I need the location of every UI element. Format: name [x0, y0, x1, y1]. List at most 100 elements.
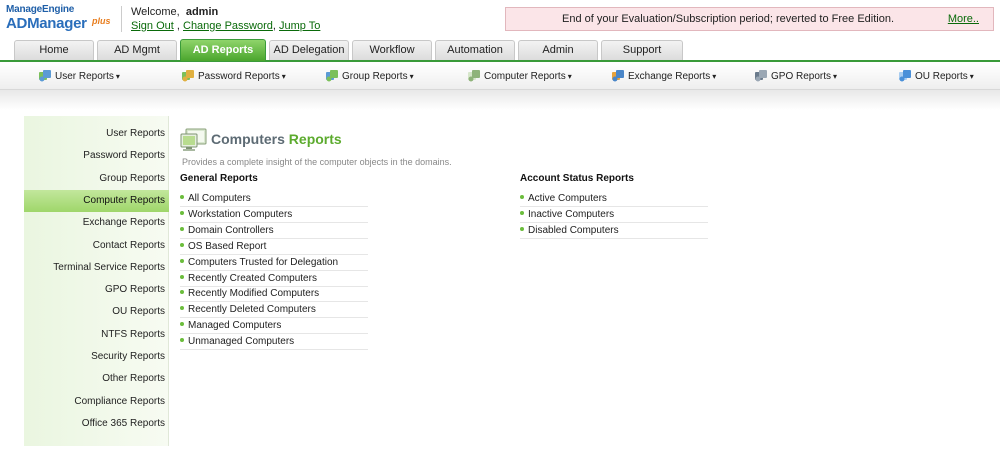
report-link-label: Recently Modified Computers	[188, 288, 320, 300]
tab-support[interactable]: Support	[601, 40, 683, 60]
tab-automation[interactable]: Automation	[435, 40, 515, 60]
exchange-icon	[611, 69, 625, 82]
change-password-link[interactable]: Change Password	[183, 20, 273, 32]
submenu-group-reports[interactable]: Group Reports ▾	[325, 69, 414, 85]
bullet-icon	[520, 226, 524, 231]
bullet-icon	[180, 274, 184, 279]
tab-workflow[interactable]: Workflow	[352, 40, 432, 60]
bullet-icon	[180, 242, 184, 247]
sidebar-item-exchange-reports[interactable]: Exchange Reports	[24, 212, 169, 234]
ou-icon	[898, 69, 912, 82]
computer-reports-icon	[180, 128, 208, 152]
notice-more-link[interactable]: More..	[948, 13, 979, 25]
sidebar-item-user-reports[interactable]: User Reports	[24, 123, 169, 145]
submenu-label: Group Reports	[342, 71, 408, 82]
report-link-label: Unmanaged Computers	[188, 336, 295, 348]
main-tabbar: Home AD Mgmt AD Reports AD Delegation Workfl…	[0, 39, 1000, 62]
group-icon	[325, 69, 339, 82]
bullet-icon	[180, 306, 184, 311]
report-link-label: Computers Trusted for Delegation	[188, 256, 339, 268]
submenu-password-reports[interactable]: Password Reports ▾	[181, 69, 286, 85]
tab-ad-delegation[interactable]: AD Delegation	[269, 40, 349, 60]
submenu-label: User Reports	[55, 71, 114, 82]
bullet-icon	[520, 210, 524, 215]
caret-down-icon: ▾	[409, 72, 414, 81]
sidebar-item-gpo-reports[interactable]: GPO Reports	[24, 279, 169, 301]
tab-home[interactable]: Home	[14, 40, 94, 60]
link-separator: ,	[272, 20, 276, 32]
report-link-label: Disabled Computers	[528, 224, 619, 236]
page-subtitle: Provides a complete insight of the compu…	[182, 157, 452, 167]
username: admin	[185, 6, 219, 18]
report-link[interactable]: Managed Computers	[180, 318, 368, 335]
report-link[interactable]: Recently Deleted Computers	[180, 302, 368, 319]
sidebar-item-other-reports[interactable]: Other Reports	[24, 368, 169, 390]
sidebar-item-terminal-service-reports[interactable]: Terminal Service Reports	[24, 257, 169, 279]
sidebar-item-ntfs-reports[interactable]: NTFS Reports	[24, 324, 169, 346]
computer-icon	[467, 69, 481, 82]
sidebar-item-password-reports[interactable]: Password Reports	[24, 145, 169, 167]
submenu-exchange-reports[interactable]: Exchange Reports ▾	[611, 69, 716, 85]
submenu-user-reports[interactable]: User Reports ▾	[38, 69, 120, 85]
users-icon	[38, 69, 52, 82]
bullet-icon	[180, 195, 184, 199]
report-link[interactable]: Computers Trusted for Delegation	[180, 255, 368, 271]
caret-down-icon: ▾	[969, 72, 974, 81]
sidebar-item-contact-reports[interactable]: Contact Reports	[24, 235, 169, 257]
bullet-icon	[520, 195, 524, 199]
caret-down-icon: ▾	[833, 72, 838, 81]
report-link-label: All Computers	[188, 193, 251, 204]
report-link[interactable]: Recently Modified Computers	[180, 286, 368, 303]
submenu-ou-reports[interactable]: OU Reports ▾	[898, 69, 974, 85]
reports-submenu: User Reports ▾ Password Reports ▾ Group Repo…	[0, 64, 1000, 90]
submenu-computer-reports[interactable]: Computer Reports ▾	[467, 69, 572, 85]
report-link-label: Active Computers	[528, 193, 607, 204]
bullet-icon	[180, 226, 184, 231]
logo-vendor: ManageEngine	[6, 4, 75, 15]
report-link[interactable]: Unmanaged Computers	[180, 334, 368, 351]
sidebar-item-office-365-reports[interactable]: Office 365 Reports	[24, 413, 169, 435]
page-title-main: Computers	[211, 131, 285, 147]
submenu-label: Computer Reports	[484, 71, 566, 82]
report-link-label: Inactive Computers	[528, 208, 615, 220]
report-link-label: Domain Controllers	[188, 224, 274, 236]
sidebar-item-group-reports[interactable]: Group Reports	[24, 168, 169, 190]
caret-down-icon: ▾	[712, 72, 717, 81]
tab-ad-mgmt[interactable]: AD Mgmt	[97, 40, 177, 60]
tab-ad-reports[interactable]: AD Reports	[180, 39, 266, 61]
reports-sidebar: User Reports Password Reports Group Report…	[24, 116, 169, 446]
submenu-label: OU Reports	[915, 71, 968, 82]
welcome-label: Welcome,	[131, 6, 180, 18]
bullet-icon	[180, 258, 184, 263]
notice-text: End of your Evaluation/Subscription peri…	[562, 13, 895, 25]
app-header: ManageEngine ADManager plus Welcome, adm…	[0, 0, 1000, 38]
tab-admin[interactable]: Admin	[518, 40, 598, 60]
sidebar-item-compliance-reports[interactable]: Compliance Reports	[24, 391, 169, 413]
report-link-label: Recently Created Computers	[188, 272, 317, 284]
report-link[interactable]: Domain Controllers	[180, 223, 368, 239]
caret-down-icon: ▾	[567, 72, 572, 81]
welcome-block: Welcome, admin Sign Out , Change Passwor…	[131, 6, 320, 33]
submenu-label: GPO Reports	[771, 71, 832, 82]
sidebar-item-computer-reports[interactable]: Computer Reports	[24, 189, 169, 212]
caret-down-icon: ▾	[115, 72, 120, 81]
report-link[interactable]: Disabled Computers	[520, 223, 708, 239]
page-title: Computers Reports	[211, 131, 342, 147]
report-link-label: Managed Computers	[188, 320, 282, 332]
submenu-gpo-reports[interactable]: GPO Reports ▾	[754, 69, 837, 85]
bullet-icon	[180, 290, 184, 295]
report-link[interactable]: Active Computers	[520, 191, 708, 207]
report-link-label: Workstation Computers	[188, 208, 293, 220]
sign-out-link[interactable]: Sign Out	[131, 20, 174, 32]
report-link[interactable]: All Computers	[180, 191, 368, 207]
page-title-accent: Reports	[288, 131, 342, 147]
report-link[interactable]: OS Based Report	[180, 239, 368, 255]
report-link[interactable]: Workstation Computers	[180, 207, 368, 223]
sidebar-item-security-reports[interactable]: Security Reports	[24, 346, 169, 368]
admanager-logo[interactable]: ManageEngine ADManager plus	[6, 4, 118, 34]
report-link[interactable]: Recently Created Computers	[180, 271, 368, 287]
jump-to-link[interactable]: Jump To	[279, 20, 320, 32]
sidebar-item-ou-reports[interactable]: OU Reports	[24, 301, 169, 323]
header-divider	[121, 6, 122, 32]
report-link[interactable]: Inactive Computers	[520, 207, 708, 223]
